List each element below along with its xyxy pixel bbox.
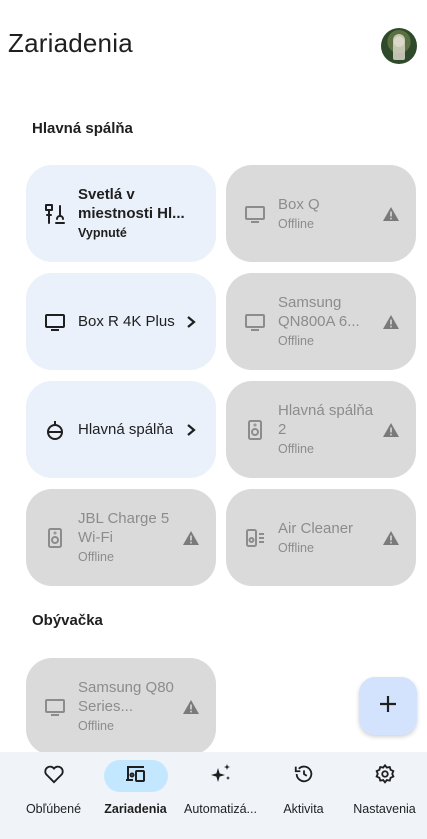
nav-item-devices[interactable]: Zariadenia	[93, 760, 178, 832]
device-card-hlavna-spalna-2[interactable]: Hlavná spálňa 2 Offline	[226, 381, 416, 478]
warning-icon	[182, 699, 200, 715]
device-name: Air Cleaner	[278, 519, 354, 537]
device-status: Offline	[278, 216, 314, 231]
account-avatar[interactable]	[381, 28, 417, 64]
tv-icon	[42, 309, 68, 335]
device-name: Samsung QN800A 6...	[278, 294, 360, 330]
device-name: Svetlá v miestnosti Hl...	[78, 186, 185, 222]
speaker-group-icon	[42, 417, 68, 443]
device-name: JBL Charge 5 Wi-Fi	[78, 510, 170, 546]
sparkle-icon	[209, 762, 233, 791]
plus-icon	[377, 693, 399, 720]
heart-icon	[43, 764, 65, 789]
device-name: Hlavná spálňa	[78, 421, 174, 438]
chevron-right-icon	[182, 423, 200, 437]
page-title: Zariadenia	[8, 28, 133, 58]
room-title-obyvacka: Obývačka	[32, 612, 103, 629]
device-status: Offline	[78, 550, 114, 564]
warning-icon	[382, 206, 400, 222]
device-card-lights[interactable]: Svetlá v miestnosti Hl... Vypnuté	[26, 165, 216, 262]
air-purifier-icon	[242, 525, 268, 551]
device-name: Box Q	[278, 195, 320, 213]
add-button[interactable]	[359, 677, 417, 735]
warning-icon	[382, 530, 400, 546]
chevron-right-icon	[182, 315, 200, 329]
device-card-samsung-qn800a[interactable]: Samsung QN800A 6... Offline	[226, 273, 416, 370]
nav-label: Automatizá...	[184, 802, 257, 816]
device-status: Offline	[78, 719, 114, 733]
room-title-hlavna-spalna: Hlavná spálňa	[32, 120, 133, 137]
device-name: Hlavná spálňa 2	[278, 402, 374, 438]
tv-icon	[242, 309, 268, 335]
nav-label: Aktivita	[283, 802, 324, 816]
nav-item-favorites[interactable]: Obľúbené	[11, 760, 96, 832]
device-card-air-cleaner[interactable]: Air Cleaner Offline	[226, 489, 416, 586]
devices-icon	[124, 764, 148, 789]
nav-label: Obľúbené	[25, 802, 82, 816]
device-status: Offline	[278, 540, 314, 555]
device-card-box-r-4k-plus[interactable]: Box R 4K Plus	[26, 273, 216, 370]
device-status: Offline	[278, 334, 314, 348]
lights-icon	[42, 201, 68, 227]
device-status: Vypnuté	[78, 226, 127, 240]
speaker-icon	[242, 417, 268, 443]
device-status: Offline	[278, 442, 314, 456]
nav-label: Nastavenia	[353, 802, 416, 816]
nav-item-automations[interactable]: Automatizá...	[178, 760, 263, 832]
tv-icon	[42, 694, 68, 720]
warning-icon	[382, 422, 400, 438]
nav-label: Zariadenia	[104, 802, 167, 816]
tv-icon	[242, 201, 268, 227]
device-name: Box R 4K Plus	[78, 313, 175, 330]
device-card-hlavna-spalna[interactable]: Hlavná spálňa	[26, 381, 216, 478]
speaker-icon	[42, 525, 68, 551]
device-name: Samsung Q80 Series...	[78, 679, 174, 715]
top-app-bar: Zariadenia	[0, 0, 427, 90]
gear-icon	[374, 763, 396, 790]
nav-item-activity[interactable]: Aktivita	[261, 760, 346, 832]
device-card-samsung-q80[interactable]: Samsung Q80 Series... Offline	[26, 658, 216, 755]
device-card-box-q[interactable]: Box Q Offline	[226, 165, 416, 262]
bottom-navigation: Obľúbené Zariadenia Automatizá... Aktivi…	[0, 752, 427, 839]
warning-icon	[182, 530, 200, 546]
device-card-jbl-charge-5[interactable]: JBL Charge 5 Wi-Fi Offline	[26, 489, 216, 586]
warning-icon	[382, 314, 400, 330]
history-icon	[293, 763, 315, 790]
nav-item-settings[interactable]: Nastavenia	[342, 760, 427, 832]
